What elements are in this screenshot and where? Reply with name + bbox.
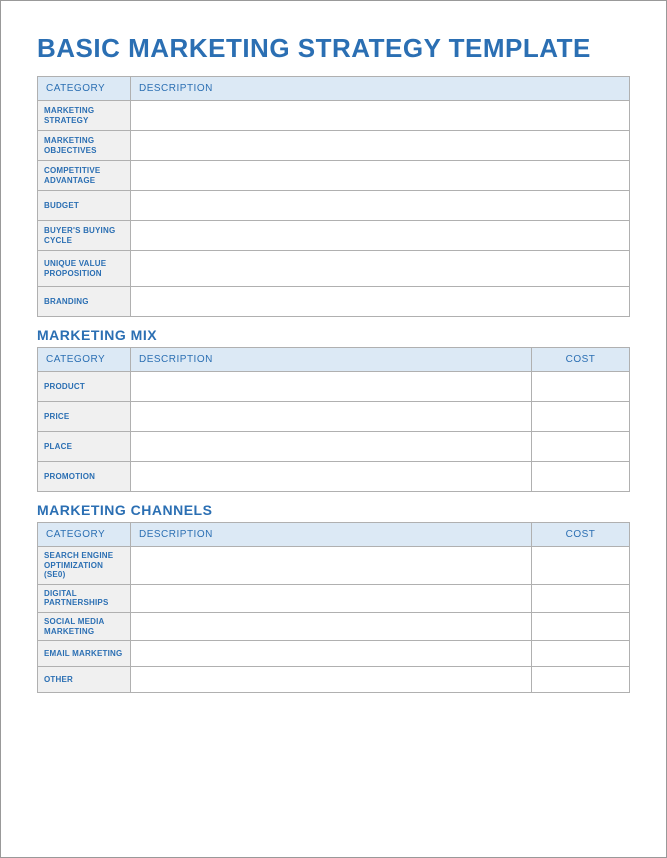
cost-cell[interactable] <box>532 667 630 693</box>
table-row: UNIQUE VALUE PROPOSITION <box>38 251 630 287</box>
description-cell[interactable] <box>131 221 630 251</box>
table-row: PRODUCT <box>38 372 630 402</box>
description-cell[interactable] <box>131 402 532 432</box>
row-label: OTHER <box>38 667 131 693</box>
table-row: PRICE <box>38 402 630 432</box>
row-label: PRICE <box>38 402 131 432</box>
header-category: CATEGORY <box>38 77 131 101</box>
row-label: UNIQUE VALUE PROPOSITION <box>38 251 131 287</box>
table-row: BUDGET <box>38 191 630 221</box>
table-row: PLACE <box>38 432 630 462</box>
description-cell[interactable] <box>131 161 630 191</box>
table-row: MARKETING STRATEGY <box>38 101 630 131</box>
cost-cell[interactable] <box>532 372 630 402</box>
description-cell[interactable] <box>131 612 532 640</box>
row-label: PROMOTION <box>38 462 131 492</box>
row-label: MARKETING STRATEGY <box>38 101 131 131</box>
row-label: PRODUCT <box>38 372 131 402</box>
description-cell[interactable] <box>131 101 630 131</box>
cost-cell[interactable] <box>532 462 630 492</box>
header-description: DESCRIPTION <box>131 523 532 547</box>
table-row: BUYER'S BUYING CYCLE <box>38 221 630 251</box>
row-label: DIGITAL PARTNERSHIPS <box>38 584 131 612</box>
cost-cell[interactable] <box>532 584 630 612</box>
header-description: DESCRIPTION <box>131 77 630 101</box>
table-row: EMAIL MARKETING <box>38 641 630 667</box>
table-row: COMPETITIVE ADVANTAGE <box>38 161 630 191</box>
description-cell[interactable] <box>131 641 532 667</box>
header-cost: COST <box>532 348 630 372</box>
section-title-mix: MARKETING MIX <box>37 327 630 343</box>
row-label: BUDGET <box>38 191 131 221</box>
table-row: SOCIAL MEDIA MARKETING <box>38 612 630 640</box>
cost-cell[interactable] <box>532 402 630 432</box>
row-label: COMPETITIVE ADVANTAGE <box>38 161 131 191</box>
table-row: MARKETING OBJECTIVES <box>38 131 630 161</box>
header-description: DESCRIPTION <box>131 348 532 372</box>
strategy-table: CATEGORY DESCRIPTION MARKETING STRATEGY … <box>37 76 630 317</box>
cost-cell[interactable] <box>532 432 630 462</box>
description-cell[interactable] <box>131 667 532 693</box>
description-cell[interactable] <box>131 251 630 287</box>
table-row: PROMOTION <box>38 462 630 492</box>
table-row: OTHER <box>38 667 630 693</box>
description-cell[interactable] <box>131 432 532 462</box>
marketing-channels-table: CATEGORY DESCRIPTION COST SEARCH ENGINE … <box>37 522 630 693</box>
description-cell[interactable] <box>131 372 532 402</box>
table-row: BRANDING <box>38 287 630 317</box>
page-title: BASIC MARKETING STRATEGY TEMPLATE <box>37 33 630 64</box>
row-label: MARKETING OBJECTIVES <box>38 131 131 161</box>
cost-cell[interactable] <box>532 612 630 640</box>
row-label: SEARCH ENGINE OPTIMIZATION (SE0) <box>38 547 131 585</box>
description-cell[interactable] <box>131 191 630 221</box>
row-label: SOCIAL MEDIA MARKETING <box>38 612 131 640</box>
description-cell[interactable] <box>131 584 532 612</box>
description-cell[interactable] <box>131 462 532 492</box>
row-label: BRANDING <box>38 287 131 317</box>
cost-cell[interactable] <box>532 641 630 667</box>
header-category: CATEGORY <box>38 348 131 372</box>
row-label: BUYER'S BUYING CYCLE <box>38 221 131 251</box>
marketing-mix-table: CATEGORY DESCRIPTION COST PRODUCT PRICE … <box>37 347 630 492</box>
cost-cell[interactable] <box>532 547 630 585</box>
description-cell[interactable] <box>131 131 630 161</box>
section-title-channels: MARKETING CHANNELS <box>37 502 630 518</box>
description-cell[interactable] <box>131 547 532 585</box>
row-label: PLACE <box>38 432 131 462</box>
header-category: CATEGORY <box>38 523 131 547</box>
description-cell[interactable] <box>131 287 630 317</box>
row-label: EMAIL MARKETING <box>38 641 131 667</box>
header-cost: COST <box>532 523 630 547</box>
table-row: SEARCH ENGINE OPTIMIZATION (SE0) <box>38 547 630 585</box>
table-row: DIGITAL PARTNERSHIPS <box>38 584 630 612</box>
